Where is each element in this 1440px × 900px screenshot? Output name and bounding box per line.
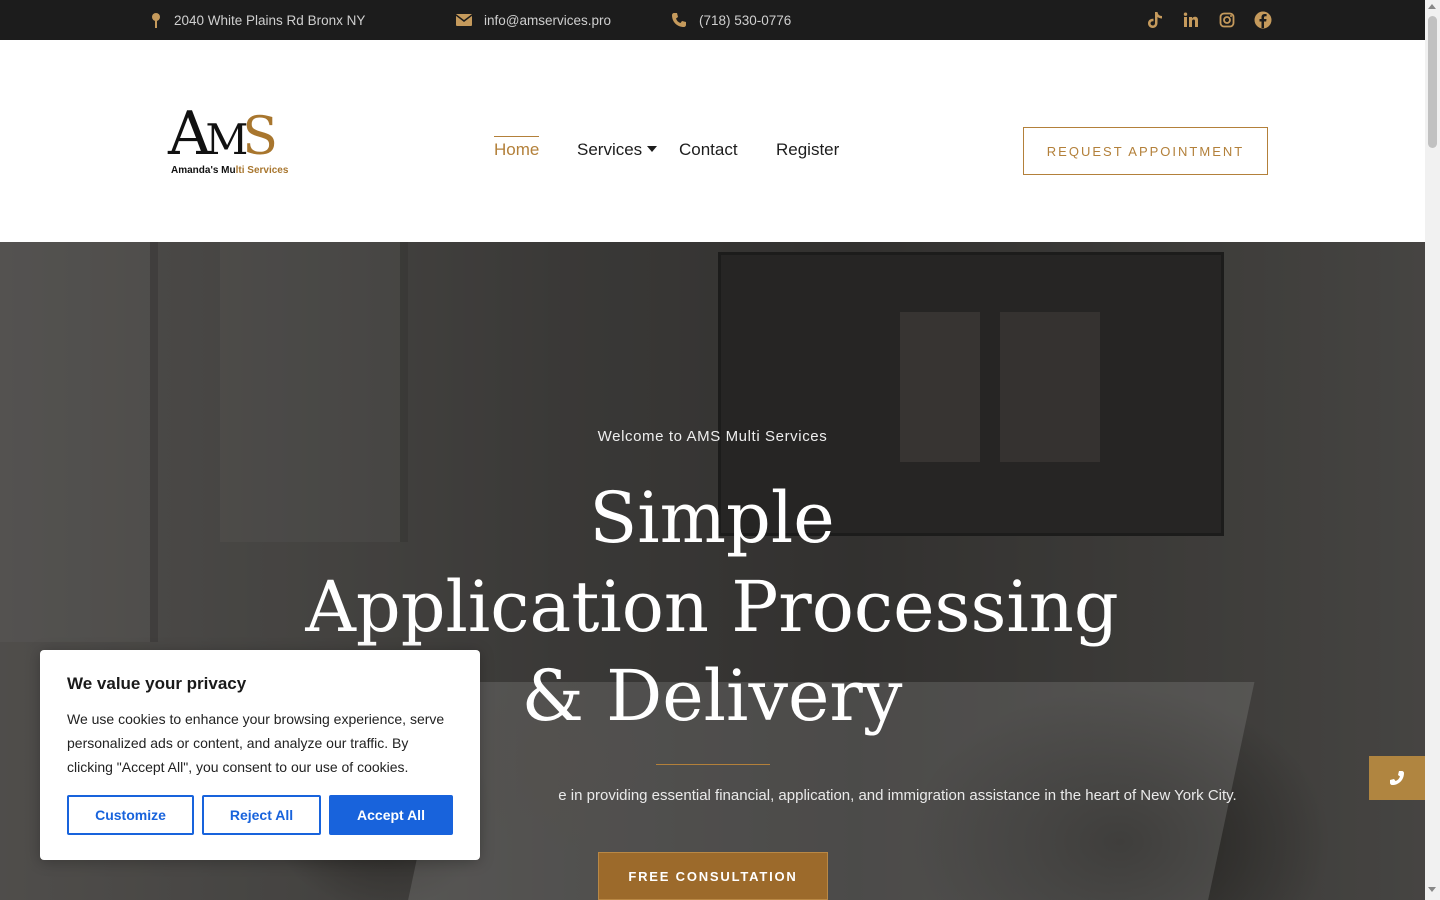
request-appointment-button[interactable]: REQUEST APPOINTMENT xyxy=(1023,127,1268,175)
envelope-icon xyxy=(456,14,472,26)
divider xyxy=(656,764,770,765)
scroll-up-arrow[interactable] xyxy=(1428,4,1436,9)
tiktok-icon[interactable] xyxy=(1144,9,1166,31)
headline-line-1: Simple xyxy=(589,477,835,559)
scroll-down-arrow[interactable] xyxy=(1428,887,1436,892)
phone-icon xyxy=(1390,771,1404,785)
reject-all-button[interactable]: Reject All xyxy=(202,795,321,835)
cookie-title: We value your privacy xyxy=(67,674,247,693)
cookie-consent-banner: We value your privacy We use cookies to … xyxy=(40,650,480,860)
free-consultation-button[interactable]: FREE CONSULTATION xyxy=(598,852,828,900)
nav-register[interactable]: Register xyxy=(776,140,839,162)
email-link[interactable]: info@amservices.pro xyxy=(484,13,611,28)
phone-item[interactable]: (718) 530-0776 xyxy=(671,0,791,40)
headline-line-2: Application Processing xyxy=(305,566,1119,648)
linkedin-icon[interactable] xyxy=(1180,9,1202,31)
logo-subtitle: Amanda's Multi Services xyxy=(171,165,289,176)
phone-link[interactable]: (718) 530-0776 xyxy=(699,13,791,28)
address-item: 2040 White Plains Rd Bronx NY xyxy=(150,0,365,40)
instagram-icon[interactable] xyxy=(1216,9,1238,31)
scrollbar-thumb[interactable] xyxy=(1428,16,1437,148)
phone-icon xyxy=(672,13,686,27)
floating-call-button[interactable] xyxy=(1369,756,1425,800)
site-header: AMS Amanda's Multi Services Home Service… xyxy=(0,40,1425,242)
customize-button[interactable]: Customize xyxy=(67,795,194,835)
accept-all-button[interactable]: Accept All xyxy=(329,795,453,835)
nav-contact[interactable]: Contact xyxy=(679,140,738,162)
facebook-icon[interactable] xyxy=(1252,9,1274,31)
email-item[interactable]: info@amservices.pro xyxy=(456,0,611,40)
cookie-text: We use cookies to enhance your browsing … xyxy=(67,711,445,775)
logo-mark: AMS xyxy=(168,99,278,169)
top-contact-bar: 2040 White Plains Rd Bronx NY info@amser… xyxy=(0,0,1425,40)
address-text: 2040 White Plains Rd Bronx NY xyxy=(174,12,366,28)
map-pin-icon xyxy=(152,13,160,28)
nav-home[interactable]: Home xyxy=(494,136,540,162)
page-scrollbar[interactable] xyxy=(1425,0,1440,900)
hero-welcome: Welcome to AMS Multi Services xyxy=(597,428,828,445)
nav-services[interactable]: Services xyxy=(577,140,642,162)
ams-logo[interactable]: AMS Amanda's Multi Services xyxy=(168,102,292,180)
chevron-down-icon[interactable] xyxy=(647,146,657,152)
